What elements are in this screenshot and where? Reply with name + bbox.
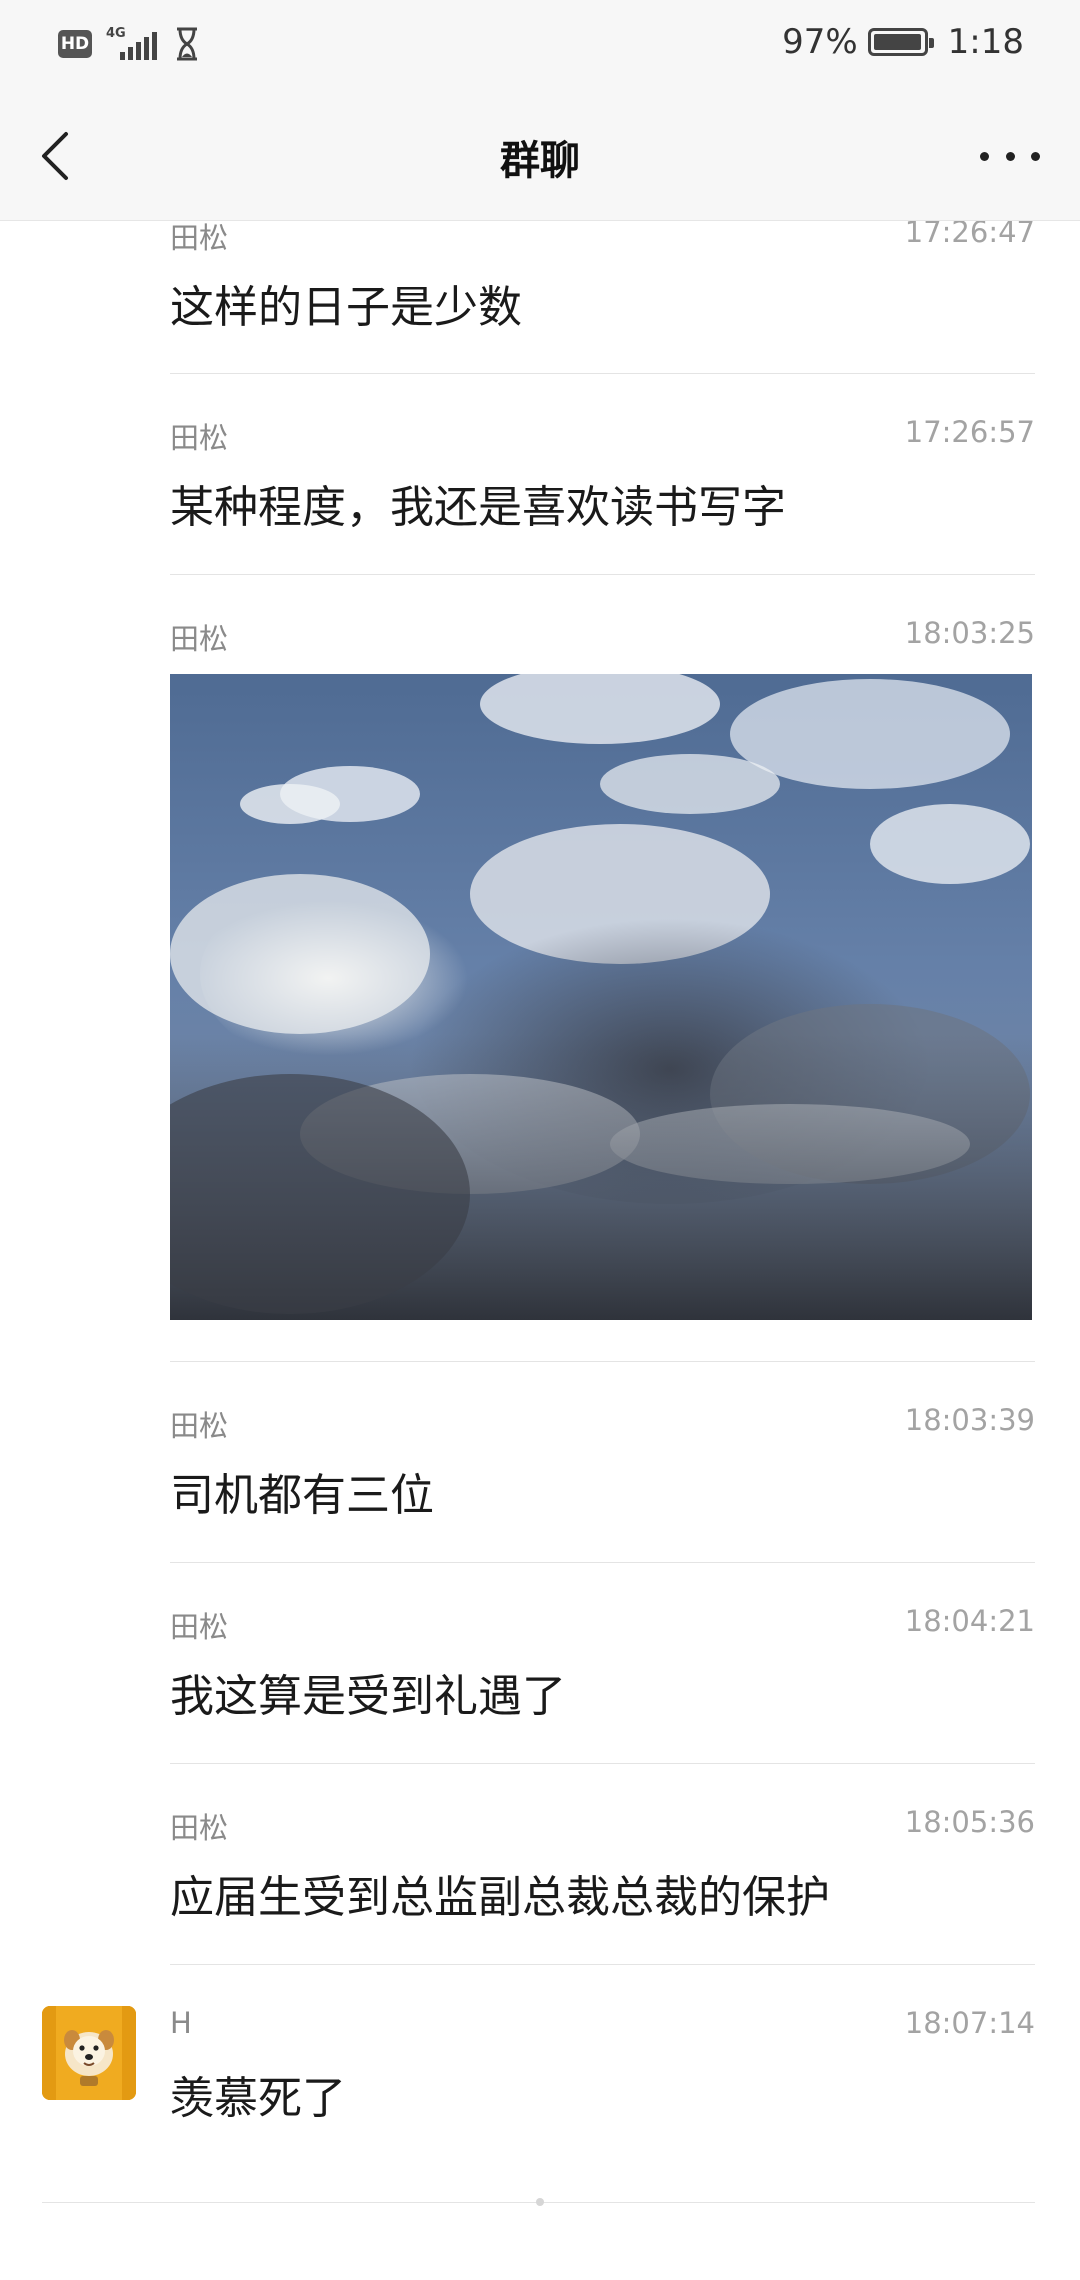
- message-text[interactable]: 某种程度，我还是喜欢读书写字: [170, 471, 786, 535]
- battery-icon: [867, 28, 934, 56]
- battery-percent: 97%: [782, 22, 858, 62]
- sender-name: 田松: [170, 421, 229, 455]
- message-text[interactable]: 司机都有三位: [170, 1459, 434, 1523]
- chat-header: 群聊: [0, 92, 1080, 221]
- message-text[interactable]: 应届生受到总监副总裁总裁的保护: [170, 1861, 830, 1925]
- status-left-icons: HD 4G: [58, 26, 200, 62]
- hd-badge: HD: [58, 30, 92, 58]
- message-time: 17:26:47: [904, 221, 1035, 249]
- message-list[interactable]: 田松 17:26:47 这样的日子是少数 田松 17:26:57 某种程度，我还…: [0, 221, 1080, 2280]
- sender-name: 田松: [170, 221, 229, 255]
- message-divider: [170, 1562, 1035, 1563]
- sender-name: 田松: [170, 622, 229, 656]
- message-time: 18:04:21: [904, 1604, 1035, 1638]
- sky-clouds-photo[interactable]: [170, 674, 1032, 1320]
- message-divider: [170, 574, 1035, 575]
- sender-name: 田松: [170, 1409, 229, 1443]
- dog-avatar: [42, 2006, 136, 2100]
- message-divider: [170, 373, 1035, 374]
- clock: 1:18: [947, 22, 1024, 62]
- message-time: 17:26:57: [904, 415, 1035, 449]
- more-button[interactable]: [980, 144, 1040, 168]
- message-text[interactable]: 这样的日子是少数: [170, 271, 522, 335]
- message-time: 18:03:25: [904, 616, 1035, 650]
- sender-name: 田松: [170, 1811, 229, 1845]
- status-right: 97% 1:18: [782, 22, 1024, 62]
- more-dots-icon: [980, 151, 1040, 161]
- hourglass-icon: [174, 27, 200, 61]
- message-divider: [170, 1361, 1035, 1362]
- message-divider: [170, 1964, 1035, 1965]
- avatar[interactable]: [42, 2006, 136, 2100]
- page-title: 群聊: [500, 138, 580, 184]
- message-divider: [170, 1763, 1035, 1764]
- message-time: 18:03:39: [904, 1403, 1035, 1437]
- message-text[interactable]: 羡慕死了: [170, 2062, 346, 2126]
- message-time: 18:05:36: [904, 1805, 1035, 1839]
- message-time: 18:07:14: [904, 2006, 1035, 2040]
- signal-icon: 4G: [106, 26, 160, 62]
- status-bar: HD 4G 97% 1:18: [0, 0, 1080, 92]
- sender-name: 田松: [170, 1610, 229, 1644]
- message-text[interactable]: 我这算是受到礼遇了: [170, 1660, 566, 1724]
- sender-name: H: [170, 2006, 192, 2040]
- scroll-indicator: [536, 2198, 544, 2206]
